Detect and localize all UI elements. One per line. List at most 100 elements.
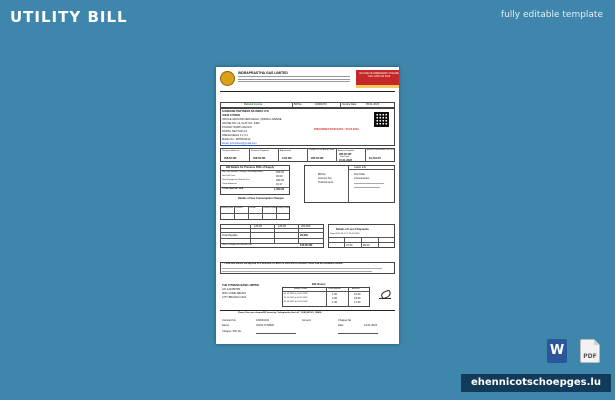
summary-value: $1,434.00 — [369, 157, 381, 160]
reading-header: Previous — [235, 207, 243, 209]
meter-value: 250.000 — [301, 225, 311, 228]
divider — [336, 148, 337, 162]
signature-icon — [379, 289, 391, 299]
refund-notice: ** Credit note that are not adjusted for… — [222, 263, 344, 265]
slip-value: 12.01.2023 — [364, 324, 377, 327]
slip-blank-line — [256, 333, 296, 334]
divider — [348, 165, 349, 203]
meter-value: 125.00 — [254, 225, 262, 228]
divider — [348, 169, 395, 170]
divider — [344, 237, 345, 248]
placeholder-line — [354, 187, 380, 188]
right-label: Bill No. — [318, 173, 327, 176]
right-label: Total Amount — [318, 181, 333, 184]
divider — [220, 238, 324, 239]
payment-value: 47.00 — [346, 244, 353, 247]
summary-value: 285.00 DR — [311, 157, 324, 160]
page-title: UTILITY BILL — [10, 8, 128, 26]
pdf-file-icon[interactable]: PDF — [580, 339, 600, 363]
divider — [249, 148, 250, 162]
right-label: Due Date — [354, 173, 365, 176]
slip-label: Cheque No — [338, 319, 352, 322]
meter-value: 125.00 — [278, 225, 286, 228]
slip-label: Name — [222, 324, 229, 327]
reading-header: Current — [249, 207, 256, 209]
history-cell: 1.40 — [332, 301, 338, 304]
right-info-box — [304, 165, 395, 203]
header-rule — [220, 91, 395, 92]
history-cell: 17.40 — [354, 301, 361, 304]
detail-label: Total Charges for Natural Gas — [222, 179, 250, 181]
slip-label: Contract No — [222, 319, 236, 322]
payable-value: 28,900 — [300, 234, 308, 237]
detail-value: 200.45 — [276, 171, 284, 174]
payable-label: Total Payable — [222, 234, 238, 237]
address-line: HOUSE NO. 12, FLAT NO. 3400 — [222, 122, 260, 125]
consumption-title: Details of Gas Consumption Charges — [238, 197, 284, 200]
slip-label: Amount — [302, 319, 311, 322]
right-label: Latest Info — [354, 166, 367, 169]
bill-no: 10004470 — [315, 103, 327, 106]
divider — [365, 148, 366, 162]
history-header: Billing Period — [294, 288, 307, 290]
history-cell: 01.11.2022 to 30.11.2022 — [284, 297, 308, 299]
placeholder-line — [354, 183, 384, 184]
summary-header: Previous Balance — [222, 150, 240, 152]
qr-code-icon — [374, 112, 389, 127]
placeholder-line — [222, 271, 372, 272]
word-file-icon[interactable]: W — [547, 339, 567, 363]
bill-details-title: Bill Details for Previous PNG of Supply — [226, 166, 274, 169]
history-cell: 1.00 — [332, 293, 338, 296]
divider — [361, 237, 362, 248]
right-label: Account No. — [318, 177, 333, 180]
divider — [348, 287, 349, 307]
utility-bill-document: INDRAPRASTHA GAS LIMITED IN CASE OF EMER… — [216, 67, 399, 344]
detail-value: 10.17 — [276, 183, 283, 186]
detail-value: 1,300.00 — [274, 188, 285, 191]
slip-title: Please Give your cheque/DD favouring "In… — [238, 312, 322, 314]
emergency-box: IN CASE OF EMERGENCY PLEASE CALL 1800 10… — [356, 70, 399, 88]
slip-label: Cheque / DD No. — [222, 330, 242, 333]
emergency-text: IN CASE OF EMERGENCY PLEASE CALL 1800 10… — [359, 72, 399, 78]
due-date: 15.01.2023 — [339, 159, 352, 162]
bank-line: IFSC CODE AB0123 — [222, 292, 246, 295]
history-cell: 24.50 — [354, 297, 361, 300]
company-address-lines — [238, 76, 350, 84]
detail-label: Non Gas Network Charges: Fine Adjustment — [222, 171, 263, 173]
bill-history-title: Bill History — [312, 283, 326, 286]
page-subtitle: fully editable template — [500, 10, 603, 20]
address-line: OFFICE GROUND NEW DELHI, (IN)FRA LICENSE — [222, 118, 282, 121]
placeholder-line — [222, 268, 382, 269]
email-link[interactable]: Email: johncitizen@gmail.com — [222, 142, 257, 145]
summary-header: Amount Payable After Due Date — [367, 149, 394, 151]
bill-no-label: Bill No. — [294, 103, 303, 106]
summary-value: 358.50 DR — [224, 157, 237, 160]
summary-header: Adjustment — [280, 150, 291, 152]
divider — [298, 224, 299, 243]
history-cell: 01.10.2022 to 31.10.2022 — [284, 301, 308, 303]
reading-header: Closing Reading — [277, 207, 291, 209]
history-cell: 01.12.2022 to 31.12.2022 — [284, 293, 308, 295]
slip-cut-line — [220, 310, 395, 311]
divider — [278, 148, 279, 162]
pdf-file-label: PDF — [583, 353, 597, 360]
history-header: Amount — [352, 288, 360, 290]
payment-value: 89.00 — [363, 244, 370, 247]
bill-header: INDRAPRASTHA GAS LIMITED IN CASE OF EMER… — [220, 70, 399, 88]
summary-header: Previous Payment — [251, 150, 269, 152]
bank-line: A/C 123456789 — [222, 288, 241, 291]
site-watermark: ehennicotschoepges.lu — [461, 374, 611, 392]
summary-header: Charges for this Billing Period — [309, 149, 334, 151]
net-payable-label: Gross Charges for Natural Gas — [222, 244, 253, 246]
divider — [250, 224, 251, 243]
history-header: Consumption — [328, 288, 341, 290]
right-label: Consumption — [354, 177, 370, 180]
detail-value: 90.00 — [276, 175, 283, 178]
slip-label: Date — [338, 324, 344, 327]
summary-value: 0.00 DR — [282, 157, 292, 160]
customer-line2: JOHN CITIZEN — [222, 114, 241, 117]
slip-blank-line — [338, 333, 378, 334]
company-name: INDRAPRASTHA GAS LIMITED — [238, 71, 288, 75]
payments-title: Details of Last 3 Payments — [336, 228, 369, 231]
divider — [274, 224, 275, 243]
